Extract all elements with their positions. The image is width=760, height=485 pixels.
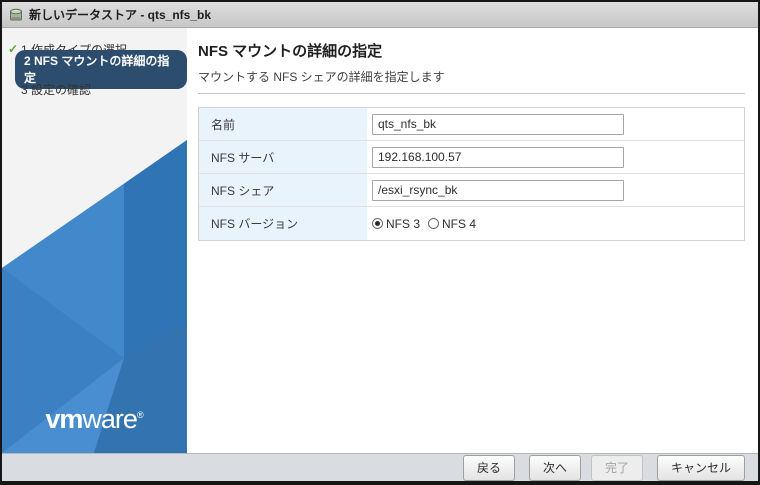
nfs4-radio-circle-icon — [428, 218, 440, 229]
vmware-logo: vmware® — [2, 404, 187, 435]
nfs-version-radio-group: NFS 3 NFS 4 — [372, 217, 484, 231]
wizard-steps-sidebar: ✓ 1 作成タイプの選択 2 NFS マウントの詳細の指定 3 設定の確認 vm… — [2, 28, 187, 453]
name-label: 名前 — [199, 108, 367, 140]
wizard-step-list: ✓ 1 作成タイプの選択 2 NFS マウントの詳細の指定 3 設定の確認 — [2, 28, 187, 98]
header-divider — [198, 93, 745, 94]
form-row-nfs-share: NFS シェア — [199, 174, 744, 207]
nfs4-radio[interactable]: NFS 4 — [428, 217, 476, 231]
vmware-logo-ware: ware — [82, 404, 138, 434]
step-3-label: 3 設定の確認 — [21, 82, 92, 97]
wizard-content-pane: NFS マウントの詳細の指定 マウントする NFS シェアの詳細を指定します 名… — [187, 28, 758, 453]
vmware-logo-vm: vm — [45, 404, 83, 434]
next-button[interactable]: 次へ — [528, 454, 581, 481]
title-bar: 新しいデータストア - qts_nfs_bk — [2, 2, 758, 28]
nfs-share-input[interactable] — [372, 179, 624, 201]
nfs3-radio[interactable]: NFS 3 — [372, 217, 420, 231]
back-button[interactable]: 戻る — [462, 454, 515, 481]
nfs-share-label: NFS シェア — [199, 174, 367, 206]
form-row-nfs-server: NFS サーバ — [199, 141, 744, 174]
step-2-nfs-mount-details[interactable]: 2 NFS マウントの詳細の指定 — [15, 49, 187, 89]
name-input[interactable] — [372, 113, 624, 135]
page-subtitle: マウントする NFS シェアの詳細を指定します — [198, 70, 445, 84]
vmware-logo-registered-mark: ® — [136, 410, 144, 420]
nfs4-radio-label: NFS 4 — [442, 216, 477, 231]
nfs-server-input[interactable] — [372, 146, 624, 168]
nfs3-radio-circle-icon — [372, 218, 383, 229]
form-row-nfs-version: NFS バージョン NFS 3 NFS 4 — [199, 207, 744, 240]
new-datastore-wizard-window: 新しいデータストア - qts_nfs_bk ✓ 1 作成タイプの選択 2 NF… — [0, 0, 760, 485]
window-title: 新しいデータストア - qts_nfs_bk — [29, 8, 212, 22]
datastore-icon — [10, 8, 22, 20]
nfs-server-label: NFS サーバ — [199, 141, 367, 173]
nfs3-radio-label: NFS 3 — [386, 216, 421, 231]
form-row-name: 名前 — [199, 108, 744, 141]
page-title: NFS マウントの詳細の指定 — [198, 43, 383, 60]
nfs-details-form: 名前 NFS サーバ NFS シェア — [198, 107, 745, 241]
finish-button[interactable]: 完了 — [590, 454, 643, 481]
nfs-version-label: NFS バージョン — [199, 207, 367, 240]
cancel-button[interactable]: キャンセル — [656, 454, 745, 481]
wizard-button-bar: 戻る 次へ 完了 キャンセル — [2, 453, 758, 481]
